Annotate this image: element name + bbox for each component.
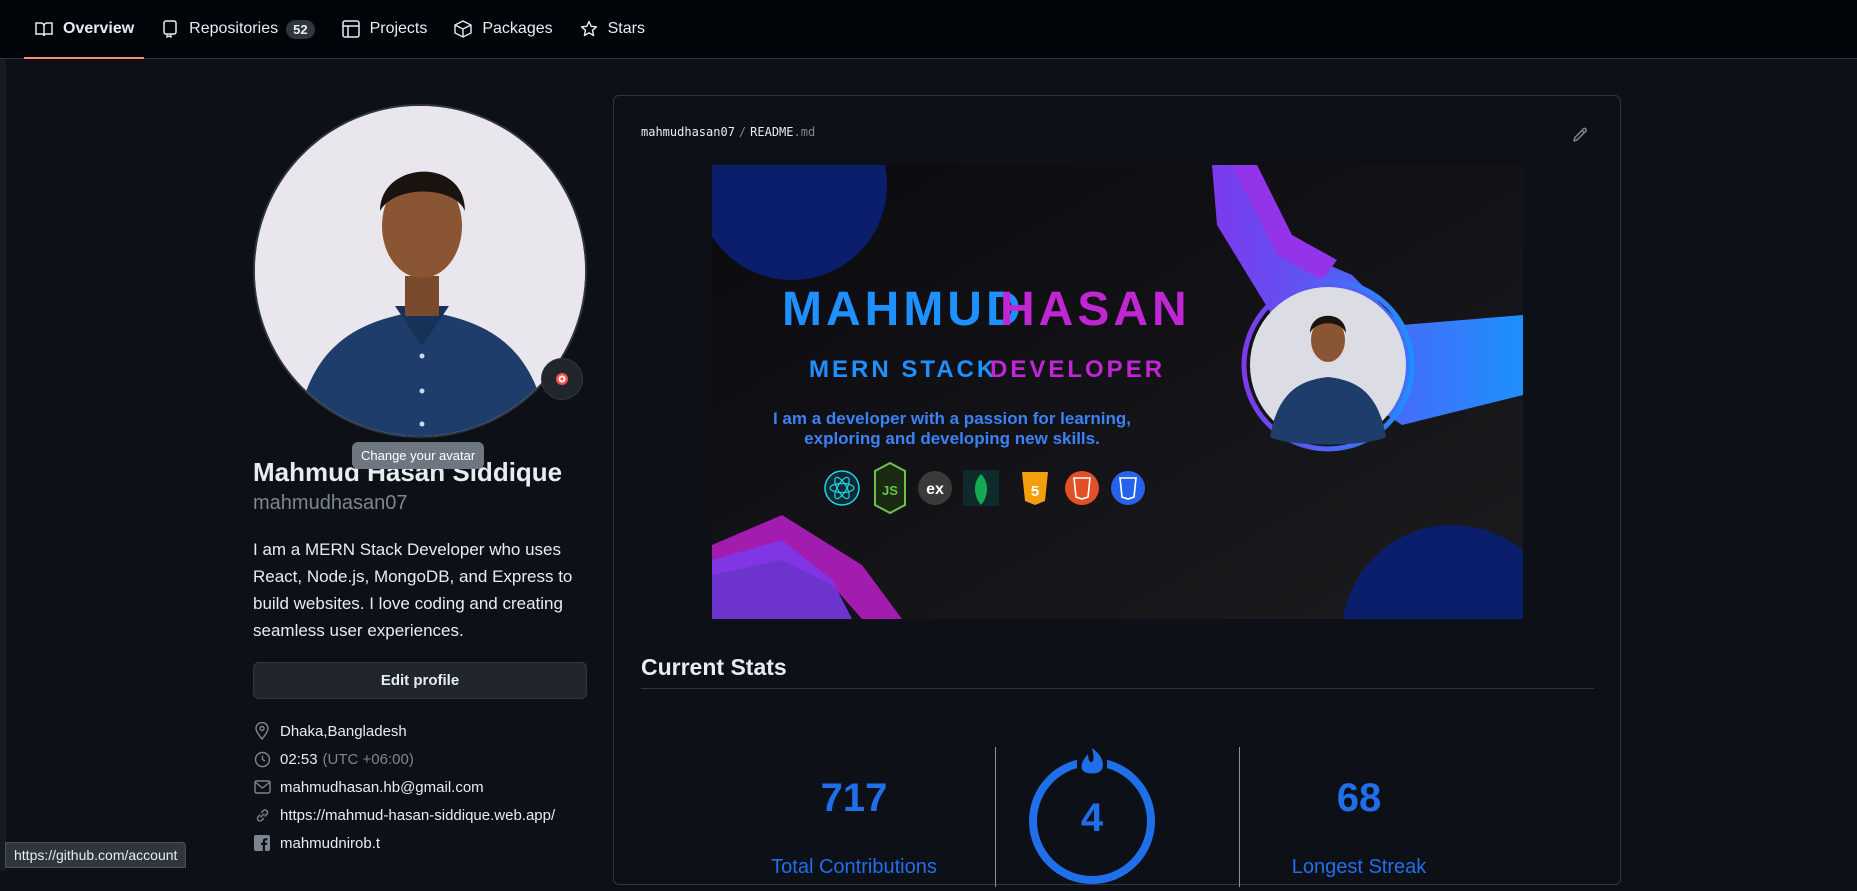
local-time: 02:53	[280, 750, 318, 768]
package-icon	[453, 19, 473, 39]
tab-label: Projects	[369, 20, 428, 37]
tab-label: Packages	[482, 20, 553, 37]
target-icon	[556, 373, 568, 385]
banner-tagline1: I am a developer with a passion for lear…	[773, 409, 1131, 428]
readme-file: README	[750, 125, 794, 139]
location-text: Dhaka,Bangladesh	[280, 722, 407, 740]
star-icon	[579, 19, 599, 39]
readme-owner[interactable]: mahmudhasan07	[641, 125, 735, 139]
total-contributions-number: 717	[820, 776, 888, 820]
tab-overview[interactable]: Overview	[24, 0, 145, 59]
banner-tagline2: exploring and developing new skills.	[804, 429, 1100, 448]
readme-card: mahmudhasan07/README.md MAHMUD HASAN MER…	[613, 95, 1621, 887]
edit-readme-pencil-icon[interactable]	[1571, 126, 1591, 146]
time-row: 02:53 (UTC +06:00)	[253, 745, 587, 773]
tab-label: Repositories	[189, 20, 279, 37]
status-emoji-button[interactable]	[541, 358, 583, 400]
website-row: https://mahmud-hasan-siddique.web.app/	[253, 801, 587, 829]
css3-icon	[1111, 471, 1145, 505]
svg-text:ex: ex	[926, 481, 944, 498]
location-icon	[253, 722, 271, 740]
clock-icon	[253, 750, 271, 768]
profile-tab-bar: Overview Repositories 52 Projects Packag…	[0, 0, 1857, 59]
facebook-icon	[253, 834, 271, 852]
table-icon	[341, 19, 361, 39]
email-link[interactable]: mahmudhasan.hb@gmail.com	[280, 779, 484, 796]
avatar-tooltip: Change your avatar	[352, 442, 485, 469]
readme-banner: MAHMUD HASAN MERN STACK DEVELOPER I am a…	[712, 165, 1523, 619]
profile-username: mahmudhasan07	[253, 492, 408, 514]
facebook-link[interactable]: mahmudnirob.t	[280, 835, 380, 852]
repo-icon	[160, 19, 180, 39]
mail-icon	[253, 778, 271, 796]
svg-text:JS: JS	[882, 483, 898, 498]
website-link[interactable]: https://mahmud-hasan-siddique.web.app/	[280, 807, 555, 824]
stats-separator	[1239, 747, 1240, 887]
readme-ext: .md	[793, 125, 816, 139]
stats-separator	[995, 747, 996, 887]
svg-text:5: 5	[1031, 483, 1039, 500]
readme-path: mahmudhasan07/README.md	[641, 125, 816, 139]
link-status-bar: https://github.com/account	[5, 842, 187, 868]
profile-sidebar: Change your avatar Mahmud Hasan Siddique…	[253, 104, 587, 857]
banner-role-part1: MERN STACK	[809, 356, 997, 383]
total-contributions-label: Total Contributions	[771, 856, 937, 878]
email-row: mahmudhasan.hb@gmail.com	[253, 773, 587, 801]
banner-name-part2: HASAN	[1000, 283, 1191, 336]
stats-heading: Current Stats	[641, 654, 787, 680]
html5-icon	[1065, 471, 1099, 505]
tab-label: Stars	[607, 20, 645, 37]
timezone: (UTC +06:00)	[322, 750, 414, 768]
current-streak-number: 4	[1080, 796, 1104, 840]
avatar[interactable]	[253, 104, 587, 438]
tab-projects[interactable]: Projects	[331, 0, 438, 59]
window-edge	[0, 59, 6, 871]
tab-label: Overview	[63, 20, 135, 37]
banner-role-part2: DEVELOPER	[990, 356, 1165, 383]
facebook-row: mahmudnirob.t	[253, 829, 587, 857]
location-row: Dhaka,Bangladesh	[253, 717, 587, 745]
stats-divider	[641, 688, 1594, 689]
avatar-container[interactable]: Change your avatar	[253, 104, 587, 469]
longest-streak-number: 68	[1336, 776, 1382, 820]
link-icon	[253, 806, 271, 824]
book-icon	[34, 19, 54, 39]
tab-packages[interactable]: Packages	[443, 0, 562, 59]
longest-streak-label: Longest Streak	[1291, 856, 1427, 878]
tab-repositories[interactable]: Repositories 52	[150, 0, 324, 59]
profile-details: Dhaka,Bangladesh 02:53 (UTC +06:00) mahm…	[253, 717, 587, 857]
tab-stars[interactable]: Stars	[569, 0, 655, 59]
profile-bio: I am a MERN Stack Developer who uses Rea…	[253, 540, 573, 640]
repo-count-badge: 52	[286, 19, 315, 39]
banner-name-part1: MAHMUD	[782, 283, 1025, 336]
current-streak-ring: 4	[1022, 736, 1162, 886]
edit-profile-button[interactable]: Edit profile	[253, 662, 587, 699]
